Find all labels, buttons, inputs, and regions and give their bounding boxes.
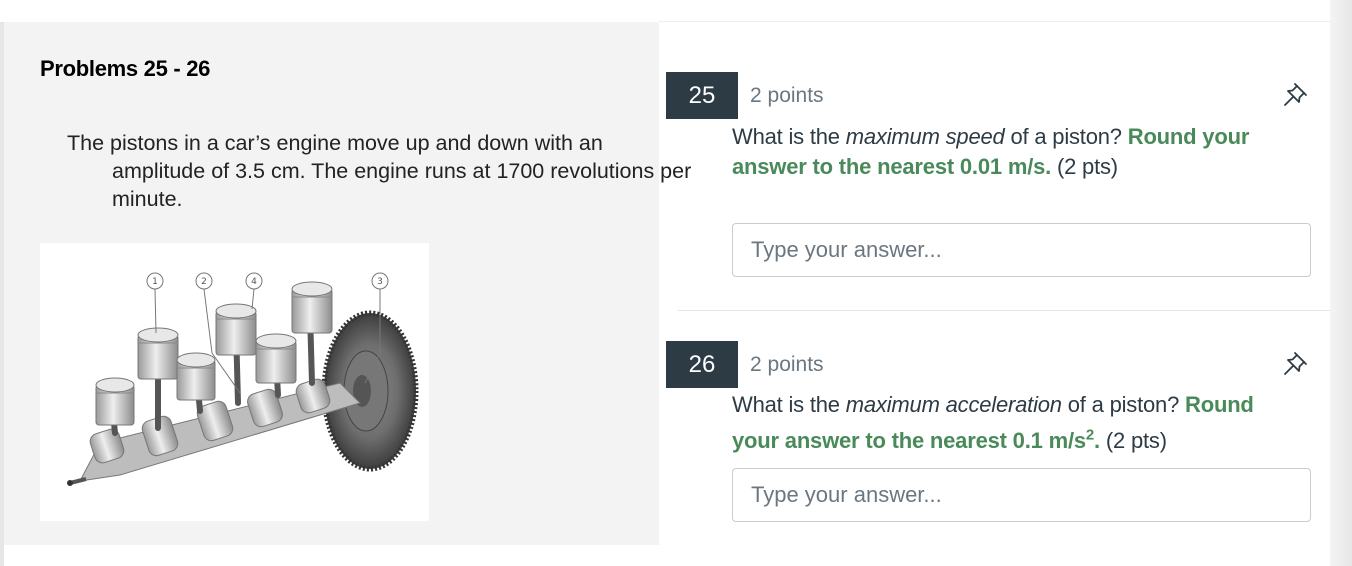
question-text-part: of a piston?: [1004, 124, 1128, 149]
callout-label: 4: [251, 277, 257, 287]
passage-title: Problems 25 - 26: [40, 56, 211, 81]
scrollbar[interactable]: [1330, 0, 1352, 566]
question-text-part: What is the: [732, 392, 846, 417]
question-26: 26 2 points What is the maximum accelera…: [666, 341, 1330, 541]
engine-crankshaft-image: 1 2 4 3: [40, 243, 429, 521]
question-25: 25 2 points What is the maximum speed of…: [666, 72, 1330, 292]
callout-label: 1: [152, 277, 158, 287]
pin-button[interactable]: [1280, 80, 1310, 110]
question-pts: (2 pts): [1099, 428, 1167, 453]
pin-icon: [1284, 83, 1307, 106]
question-text: What is the maximum speed of a piston? R…: [732, 122, 1292, 182]
question-divider: [678, 310, 1330, 311]
top-strip: [0, 0, 1352, 22]
callout-label: 2: [201, 277, 207, 287]
question-emphasis: maximum acceleration: [845, 392, 1062, 417]
passage-panel: Problems 25 - 26 The pistons in a car’s …: [4, 22, 691, 545]
question-emphasis: maximum speed: [845, 124, 1005, 149]
question-pts: (2 pts): [1051, 154, 1118, 179]
callout-label: 3: [377, 277, 383, 287]
question-points: 2 points: [750, 84, 824, 107]
pin-icon: [1284, 352, 1307, 375]
question-text-part: What is the: [732, 124, 846, 149]
top-rule: [659, 21, 1330, 22]
question-text: What is the maximum acceleration of a pi…: [732, 387, 1292, 459]
answer-input[interactable]: [732, 223, 1311, 277]
answer-input[interactable]: [732, 468, 1311, 522]
question-number: 25: [666, 72, 738, 119]
question-text-part: of a piston?: [1061, 392, 1186, 417]
question-number: 26: [666, 341, 738, 388]
pin-button[interactable]: [1280, 349, 1310, 379]
superscript: 2: [1085, 426, 1095, 444]
question-points: 2 points: [750, 353, 824, 376]
passage-text: The pistons in a car’s engine move up an…: [67, 131, 692, 211]
